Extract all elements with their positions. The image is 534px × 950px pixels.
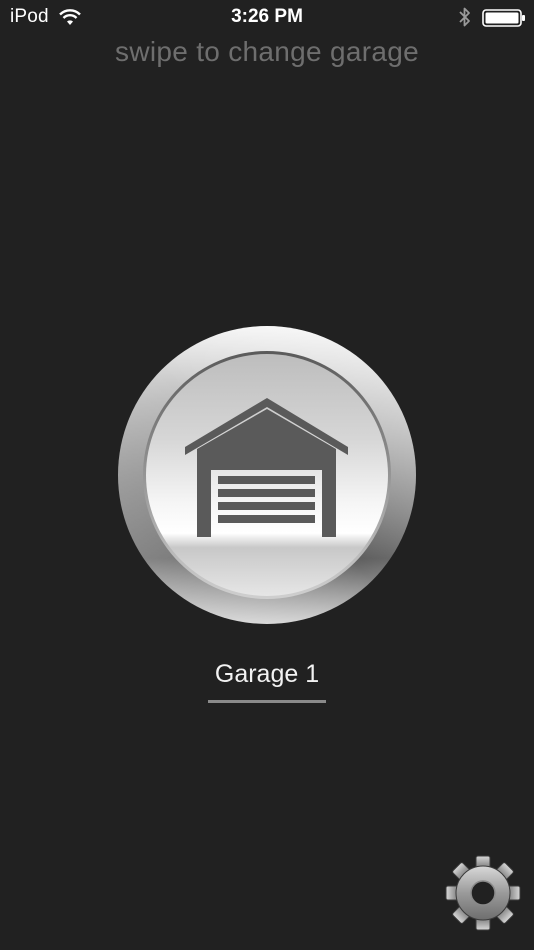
- bluetooth-icon: [459, 7, 470, 27]
- status-time: 3:26 PM: [231, 6, 303, 27]
- garage-name-label[interactable]: Garage 1: [0, 660, 534, 689]
- status-bar: iPod 3:26 PM: [0, 0, 534, 34]
- gear-icon[interactable]: [444, 854, 522, 932]
- garage-door-button[interactable]: [117, 325, 417, 625]
- garage-name-underline: [208, 700, 326, 703]
- app-screen: iPod 3:26 PM swipe to change garage Gara…: [0, 0, 534, 950]
- battery-icon: [482, 9, 525, 27]
- swipe-instruction: swipe to change garage: [115, 36, 419, 67]
